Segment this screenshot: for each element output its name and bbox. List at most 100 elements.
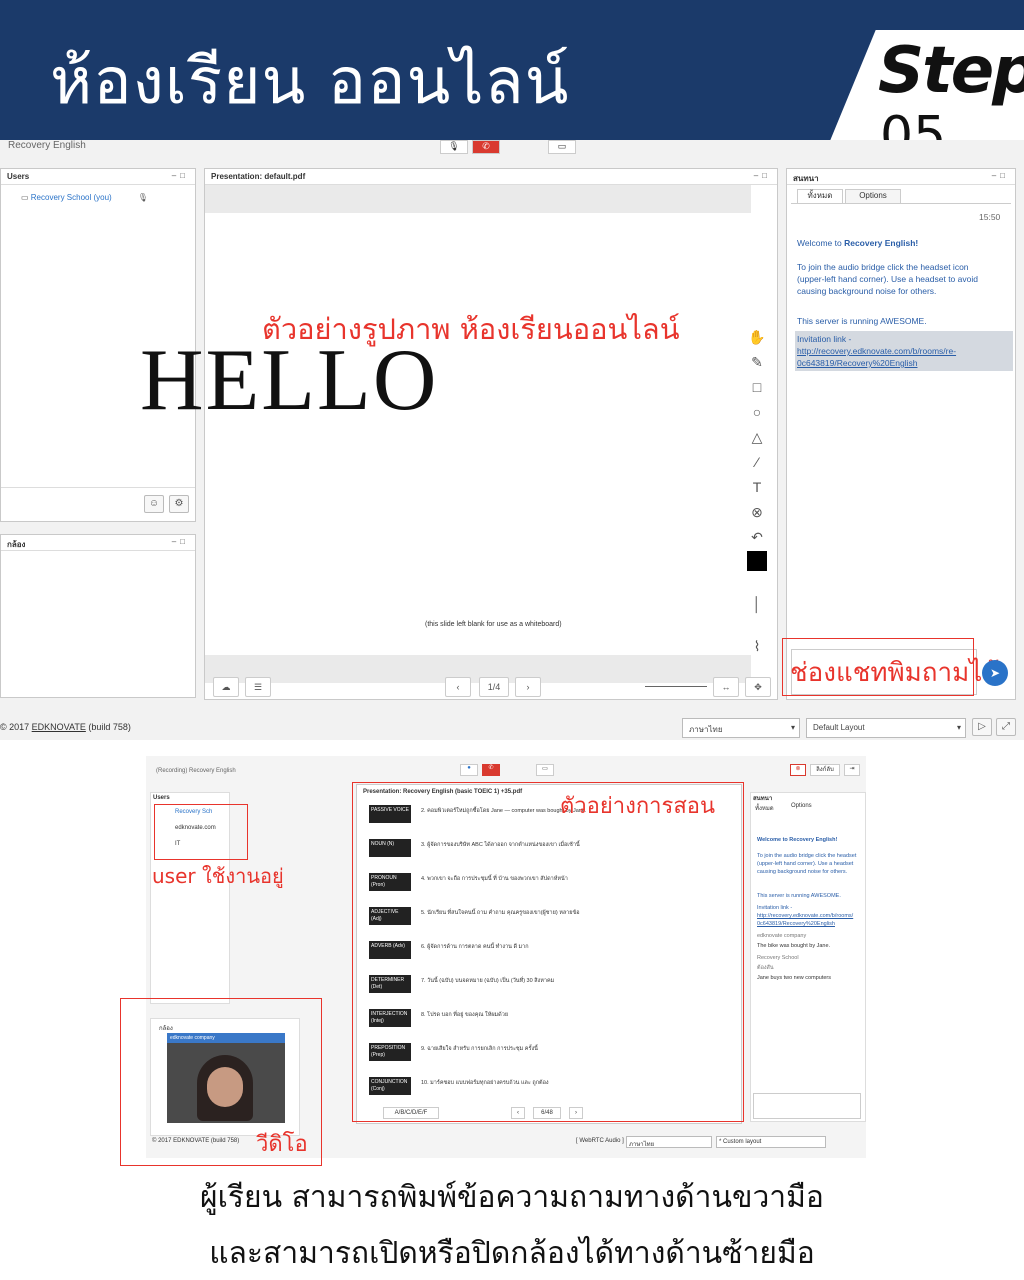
microphone-button[interactable]: 🎙 bbox=[440, 140, 468, 154]
tab-chat-all[interactable]: ทั้งหมด bbox=[755, 803, 774, 813]
users-highlight bbox=[154, 804, 248, 860]
language-select[interactable]: ภาษาไทย ▾ bbox=[682, 718, 800, 738]
ellipse-tool-button[interactable]: ○ bbox=[746, 401, 768, 423]
text-icon: T bbox=[752, 479, 762, 495]
microphone-icon: 🎙 bbox=[448, 141, 460, 151]
tab-chat-all[interactable]: ทั้งหมด bbox=[797, 189, 843, 203]
tab-chat-options[interactable]: Options bbox=[845, 189, 901, 203]
send-message-button[interactable]: ➤ bbox=[982, 660, 1008, 686]
send-icon: ▷ bbox=[978, 721, 986, 732]
list-button[interactable]: ☰ bbox=[245, 677, 271, 697]
blank-slide-note: (this slide left blank for use as a whit… bbox=[425, 621, 562, 628]
welcome-prefix: Welcome to bbox=[797, 238, 845, 248]
fit-page-button[interactable]: ✥ bbox=[745, 677, 771, 697]
tab-chat-options[interactable]: Options bbox=[791, 803, 812, 809]
pencil-tool-button[interactable]: ✎ bbox=[746, 351, 768, 373]
layout-select[interactable]: Default Layout ▾ bbox=[806, 718, 966, 738]
rectangle-tool-button[interactable]: □ bbox=[746, 376, 768, 398]
chat-server-line: This server is running AWESOME. bbox=[757, 893, 841, 899]
hangup-button[interactable]: ✆ bbox=[482, 764, 500, 776]
monitor-icon: ▭ bbox=[542, 766, 548, 772]
chat-time: 15:50 bbox=[979, 212, 1001, 222]
next-slide-button[interactable]: › bbox=[515, 677, 541, 697]
clear-icon: ⊗ bbox=[751, 504, 763, 520]
welcome-name: Recovery English! bbox=[844, 238, 919, 248]
presentation-panel: Presentation: default.pdf –□ (this slide … bbox=[204, 168, 778, 700]
layout-select[interactable]: * Custom layout bbox=[716, 1136, 826, 1148]
screenshot-lesson: (Recording) Recovery English ● ✆ ▭ ⊗ ลิง… bbox=[120, 756, 866, 1166]
invite-label: Invitation link - bbox=[797, 334, 852, 344]
header-title: ห้องเรียน ออนไลน์ bbox=[50, 45, 570, 119]
fullscreen-button[interactable]: ⤢ bbox=[996, 718, 1016, 736]
gear-icon: ⚙ bbox=[174, 498, 184, 509]
lesson-highlight bbox=[352, 782, 744, 1122]
color-picker[interactable] bbox=[746, 551, 768, 573]
chat-panel: สนทนา –□ ทั้งหมด Options 15:50 Welcome to… bbox=[786, 168, 1016, 700]
users-panel-header: Users –□ bbox=[1, 169, 195, 185]
phone-icon: ✆ bbox=[482, 141, 490, 151]
upload-button[interactable]: ☁ bbox=[213, 677, 239, 697]
invite-link[interactable]: http://recovery.edknovate.com/b/rooms/re… bbox=[797, 345, 956, 357]
camera-panel: กล้อง –□ bbox=[0, 534, 196, 698]
divider bbox=[791, 203, 1011, 204]
phone-icon: ✆ bbox=[488, 765, 494, 771]
microphone-icon: 🎙 bbox=[137, 193, 148, 202]
color-swatch bbox=[747, 551, 767, 571]
fit-width-button[interactable]: ↔ bbox=[713, 677, 739, 697]
copyright-text: © 2017 bbox=[0, 722, 32, 732]
whiteboard-slide[interactable]: (this slide left blank for use as a whit… bbox=[205, 185, 751, 691]
pencil-icon: ✎ bbox=[751, 354, 763, 370]
logout-icon: ⇥ bbox=[849, 766, 855, 772]
panel-window-controls[interactable]: –□ bbox=[992, 171, 1009, 180]
hangup-button[interactable]: ✆ bbox=[472, 140, 500, 154]
chevron-right-icon: › bbox=[526, 682, 530, 692]
previous-slide-button[interactable]: ‹ bbox=[445, 677, 471, 697]
hand-icon: ✋ bbox=[748, 329, 766, 345]
undo-button[interactable]: ↶ bbox=[746, 526, 768, 548]
app-title: (Recording) Recovery English bbox=[156, 768, 236, 774]
panel-window-controls[interactable]: –□ bbox=[754, 171, 771, 180]
clear-button[interactable]: ⊗ bbox=[746, 501, 768, 523]
triangle-tool-button[interactable]: △ bbox=[746, 426, 768, 448]
panel-window-controls[interactable]: –□ bbox=[172, 171, 189, 180]
monitor-icon: ▭ bbox=[21, 193, 31, 202]
chat-info-line: causing background noise for others. bbox=[757, 869, 848, 875]
circle-icon: ○ bbox=[752, 404, 762, 420]
desktop-share-button[interactable]: ▭ bbox=[536, 764, 554, 776]
presentation-header: Presentation: default.pdf –□ bbox=[205, 169, 777, 185]
microphone-button[interactable]: ● bbox=[460, 764, 478, 776]
audio-label: [ WebRTC Audio ] bbox=[576, 1138, 624, 1144]
fullscreen-icon: ⤢ bbox=[1002, 721, 1010, 732]
thickness-picker[interactable]: │ bbox=[746, 576, 768, 632]
desktop-share-button[interactable]: ▭ bbox=[548, 140, 576, 154]
user-list-item[interactable]: ▭ Recovery School (you) 🎙 bbox=[21, 193, 148, 202]
logout-button[interactable]: ⇥ bbox=[844, 764, 860, 776]
zoom-slider[interactable] bbox=[645, 686, 707, 687]
user-settings-button[interactable]: ⚙ bbox=[169, 495, 189, 513]
send-icon: ➤ bbox=[989, 666, 1001, 680]
thickness-icon: │ bbox=[752, 596, 762, 612]
brand-link[interactable]: EDKNOVATE bbox=[32, 722, 86, 732]
slide-page-indicator[interactable]: 1/4 bbox=[479, 677, 509, 697]
monitor-icon: ▭ bbox=[557, 141, 567, 151]
slide-top-margin bbox=[205, 185, 751, 213]
invite-link[interactable]: 0c643819/Recovery%20English bbox=[757, 921, 835, 928]
invite-link[interactable]: http://recovery.edknovate.com/b/rooms/ bbox=[757, 913, 853, 920]
emoji-status-button[interactable]: ☺ bbox=[144, 495, 164, 513]
divider bbox=[1, 487, 195, 488]
record-button[interactable]: ⊗ bbox=[790, 764, 806, 776]
apply-layout-button[interactable]: ▷ bbox=[972, 718, 992, 736]
panel-window-controls[interactable]: –□ bbox=[172, 537, 189, 546]
chart-icon: ⌇ bbox=[753, 638, 761, 654]
invite-link[interactable]: 0c643819/Recovery%20English bbox=[797, 357, 918, 369]
camera-panel-header: กล้อง –□ bbox=[1, 535, 195, 551]
hand-tool-button[interactable]: ✋ bbox=[746, 326, 768, 348]
line-tool-button[interactable]: ⁄ bbox=[746, 451, 768, 473]
chat-info-line: (upper-left hand corner). Use a headset … bbox=[797, 274, 978, 284]
multi-user-button[interactable]: ⌇ bbox=[746, 635, 768, 657]
whiteboard-toolbar: ✋ ✎ □ ○ △ ⁄ T ⊗ ↶ │ ⌇ bbox=[746, 326, 772, 660]
language-select[interactable]: ภาษาไทย bbox=[626, 1136, 712, 1148]
chat-input[interactable] bbox=[753, 1093, 861, 1119]
text-tool-button[interactable]: T bbox=[746, 476, 768, 498]
end-session-button[interactable]: ลิงก์ลับ bbox=[810, 764, 840, 776]
